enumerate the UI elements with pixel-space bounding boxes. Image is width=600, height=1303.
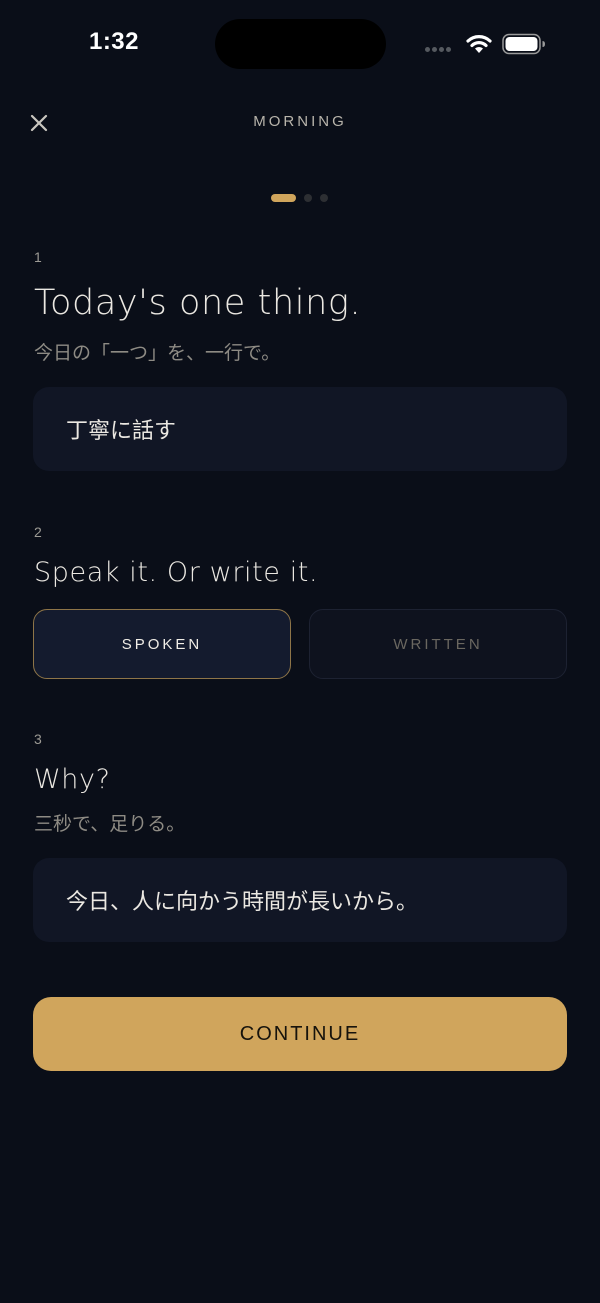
page-dot-3 xyxy=(320,194,328,202)
wifi-icon xyxy=(466,35,492,53)
spoken-option-button[interactable]: SPOKEN xyxy=(33,609,291,679)
section-2-title: Speak it. Or write it. xyxy=(34,557,319,588)
written-option-button[interactable]: WRITTEN xyxy=(309,609,567,679)
section-1-subtitle: 今日の「一つ」を、一行で。 xyxy=(34,342,281,364)
page-dot-1 xyxy=(271,194,296,202)
section-3-title: Why? xyxy=(34,764,111,795)
close-button[interactable] xyxy=(22,106,56,140)
section-1-number: 1 xyxy=(34,249,42,265)
close-icon xyxy=(30,114,48,132)
battery-icon xyxy=(502,33,545,55)
page-title: MORNING xyxy=(253,113,347,130)
section-1-title: Today's one thing. xyxy=(34,283,362,323)
section-2-number: 2 xyxy=(34,524,42,540)
status-time: 1:32 xyxy=(88,28,140,55)
page-dot-2 xyxy=(304,194,312,202)
dynamic-island xyxy=(215,19,386,69)
section-3-number: 3 xyxy=(34,731,42,747)
nav-header: MORNING xyxy=(0,100,600,146)
reason-input[interactable]: 今日、人に向かう時間が長いから。 xyxy=(33,858,567,942)
status-bar: 1:32 xyxy=(0,0,600,90)
cellular-signal-icon xyxy=(425,47,457,53)
one-thing-input[interactable]: 丁寧に話す xyxy=(33,387,567,471)
section-3-subtitle: 三秒で、足りる。 xyxy=(34,813,186,835)
continue-button[interactable]: CONTINUE xyxy=(33,997,567,1071)
